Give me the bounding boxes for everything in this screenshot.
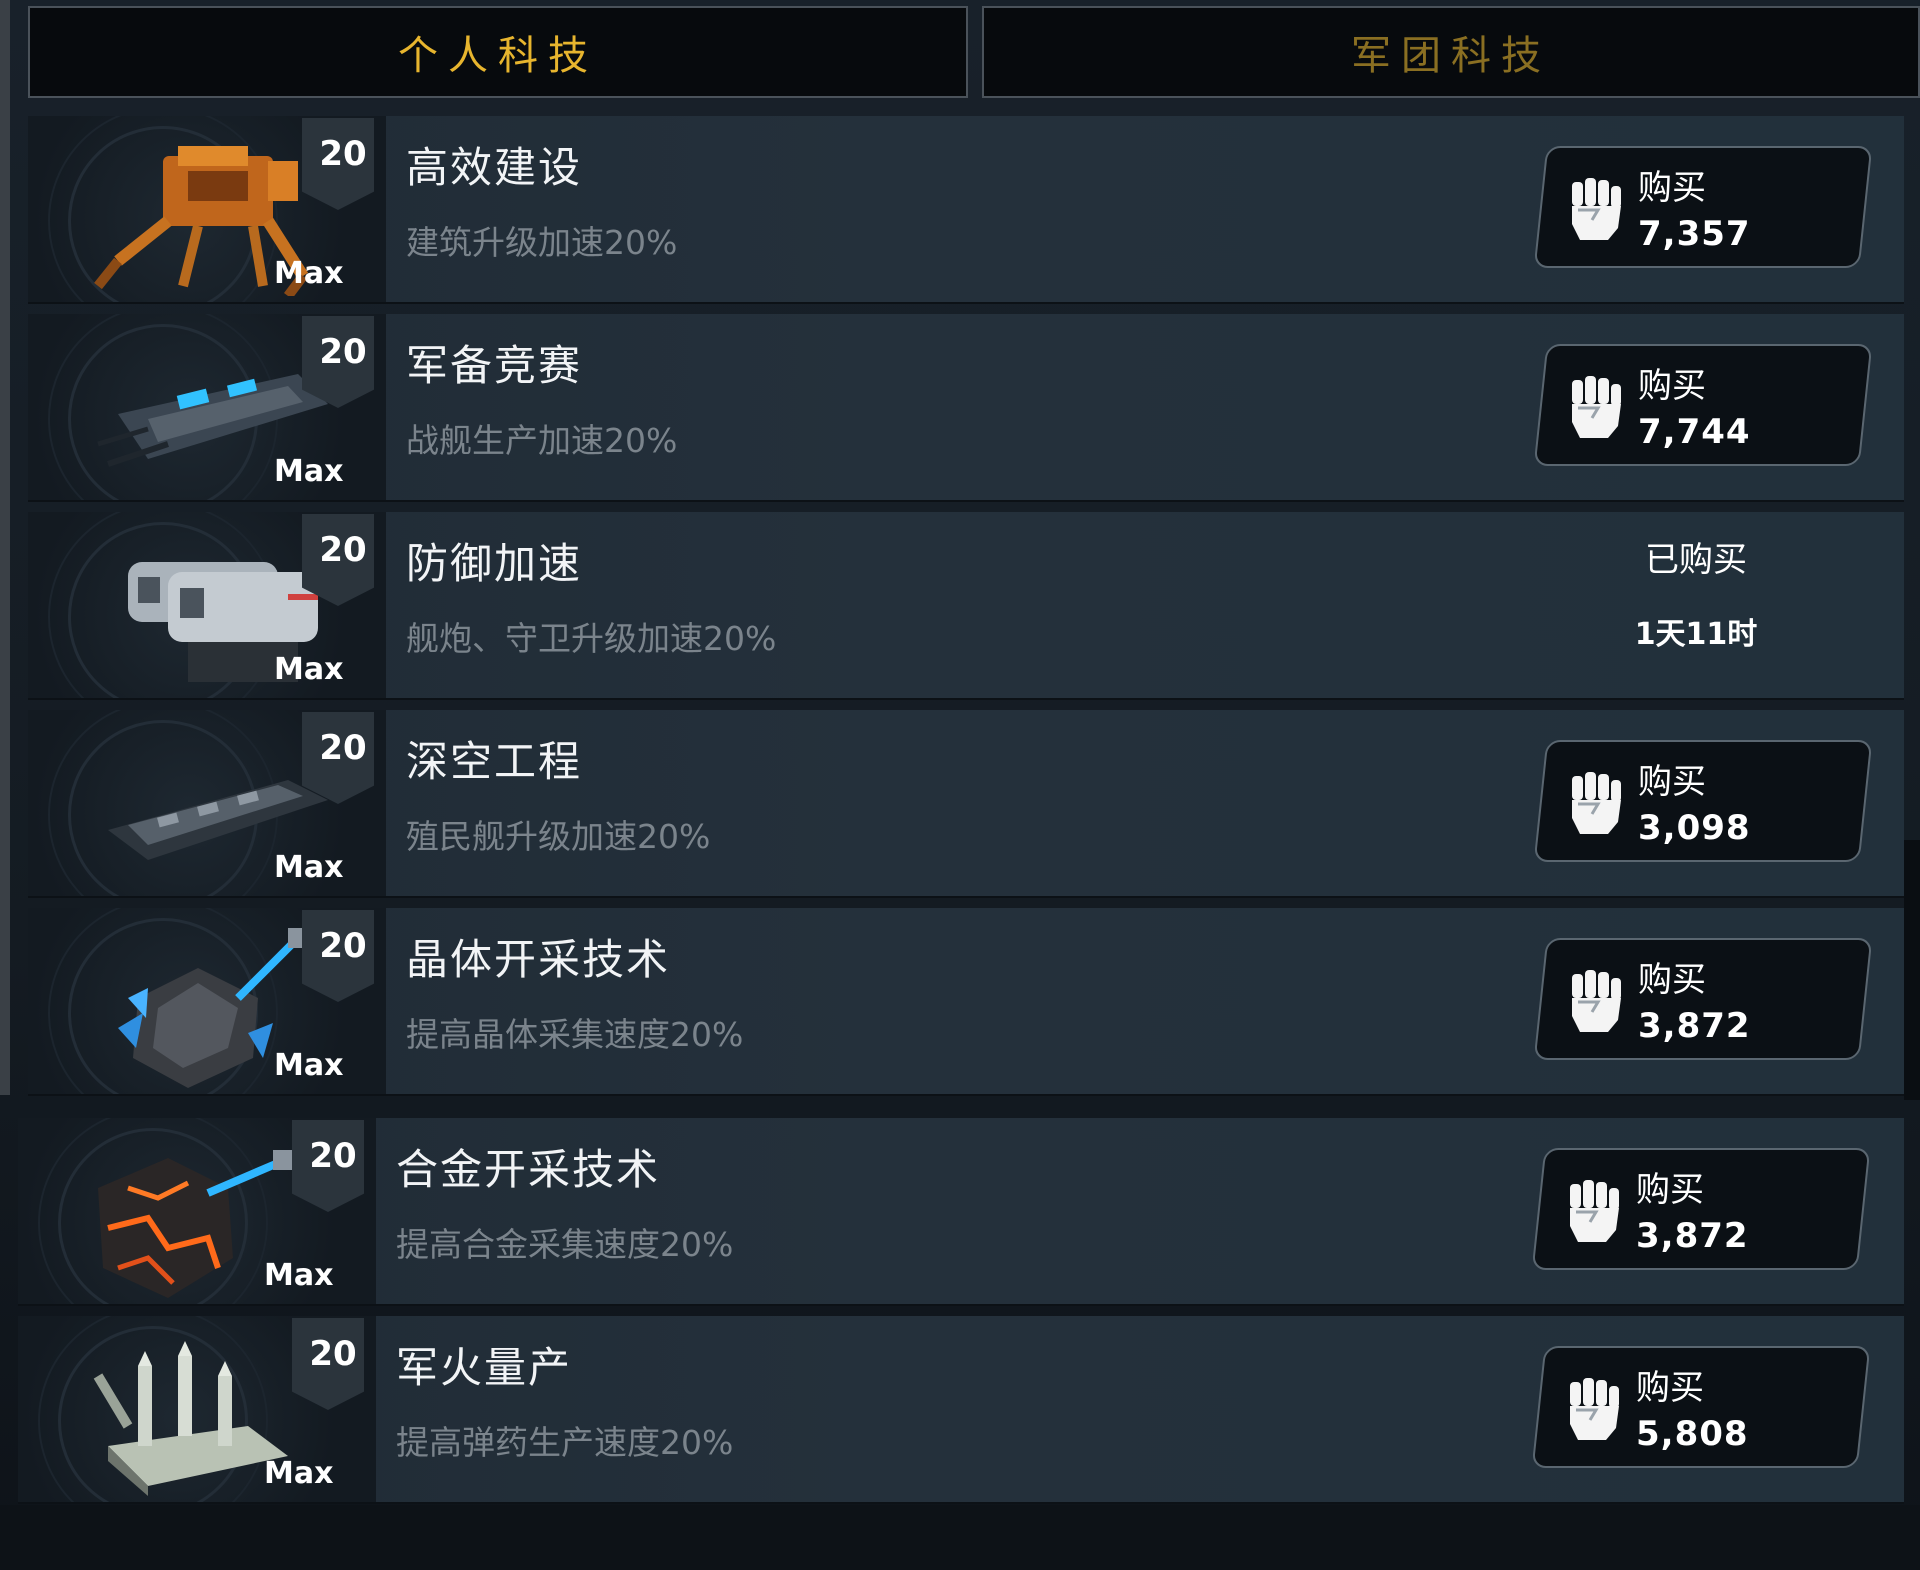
- buy-button[interactable]: 购买 5,808: [1531, 1346, 1871, 1468]
- tech-name: 防御加速: [406, 539, 583, 588]
- tech-level: 20: [319, 728, 367, 768]
- buy-price: 7,744: [1638, 412, 1751, 452]
- tech-level: 20: [319, 926, 367, 966]
- time-remaining: 1天11时: [1634, 617, 1758, 652]
- buy-price: 5,808: [1636, 1414, 1749, 1454]
- fist-icon: [1572, 376, 1621, 438]
- max-label: Max: [274, 1048, 344, 1083]
- tech-desc: 战舰生产加速20%: [406, 421, 678, 460]
- max-label: Max: [274, 256, 344, 291]
- tech-row: 20 Max 合金开采技术 提高合金采集速度20% 购买 3,872: [18, 1118, 1904, 1306]
- fist-icon: [1572, 970, 1621, 1032]
- tech-thumbnail: 20 Max: [28, 908, 386, 1094]
- buy-label: 购买: [1638, 960, 1706, 1000]
- max-label: Max: [274, 454, 344, 489]
- tech-level: 20: [319, 530, 367, 570]
- tech-thumbnail: 20 Max: [28, 314, 386, 500]
- fist-icon: [1572, 772, 1621, 834]
- tech-level: 20: [309, 1136, 357, 1176]
- buy-label: 购买: [1638, 168, 1706, 208]
- tech-level: 20: [319, 134, 367, 174]
- tech-row: 20 Max 高效建设 建筑升级加速20% 购买 7,357: [28, 116, 1904, 304]
- fist-icon: [1570, 1378, 1619, 1440]
- tech-name: 高效建设: [406, 143, 583, 192]
- tech-list: 20 Max 高效建设 建筑升级加速20% 购买 7,357 20 Max 军备…: [0, 0, 1920, 1570]
- tech-thumbnail: 20 Max: [18, 1316, 376, 1502]
- fist-icon: [1570, 1180, 1619, 1242]
- owned-status: 已购买 1天11时: [1566, 532, 1826, 653]
- tech-level: 20: [319, 332, 367, 372]
- tech-desc: 提高弹药生产速度20%: [396, 1423, 734, 1462]
- max-label: Max: [264, 1456, 334, 1491]
- tech-name: 合金开采技术: [396, 1145, 661, 1194]
- tech-row: 20 Max 军备竞赛 战舰生产加速20% 购买 7,744: [28, 314, 1904, 502]
- buy-label: 购买: [1638, 366, 1706, 406]
- tech-row: 20 Max 晶体开采技术 提高晶体采集速度20% 购买 3,872: [28, 908, 1904, 1096]
- tech-row: 20 Max 防御加速 舰炮、守卫升级加速20% 已购买 1天11时: [28, 512, 1904, 700]
- tech-name: 军备竞赛: [406, 341, 583, 390]
- tech-name: 军火量产: [396, 1343, 573, 1392]
- buy-button[interactable]: 购买 7,744: [1533, 344, 1873, 466]
- tech-thumbnail: 20 Max: [28, 116, 386, 302]
- tech-desc: 舰炮、守卫升级加速20%: [406, 619, 777, 658]
- buy-price: 3,098: [1638, 808, 1751, 848]
- buy-label: 购买: [1636, 1368, 1704, 1408]
- tech-desc: 提高合金采集速度20%: [396, 1225, 734, 1264]
- tech-thumbnail: 20 Max: [18, 1118, 376, 1304]
- buy-button[interactable]: 购买 3,098: [1533, 740, 1873, 862]
- fist-icon: [1572, 178, 1621, 240]
- buy-price: 3,872: [1638, 1006, 1751, 1046]
- tech-desc: 提高晶体采集速度20%: [406, 1015, 744, 1054]
- buy-button[interactable]: 购买 3,872: [1531, 1148, 1871, 1270]
- tech-name: 晶体开采技术: [406, 935, 671, 984]
- max-label: Max: [274, 850, 344, 885]
- tech-desc: 殖民舰升级加速20%: [406, 817, 711, 856]
- owned-label: 已购买: [1645, 540, 1747, 580]
- bottom-band: [0, 1505, 1920, 1570]
- buy-button[interactable]: 购买 7,357: [1533, 146, 1873, 268]
- buy-price: 3,872: [1636, 1216, 1749, 1256]
- scroll-edge: [1904, 840, 1920, 1100]
- buy-label: 购买: [1636, 1170, 1704, 1210]
- tech-level: 20: [309, 1334, 357, 1374]
- tech-name: 深空工程: [406, 737, 583, 786]
- tech-thumbnail: 20 Max: [28, 512, 386, 698]
- buy-button[interactable]: 购买 3,872: [1533, 938, 1873, 1060]
- buy-label: 购买: [1638, 762, 1706, 802]
- tech-thumbnail: 20 Max: [28, 710, 386, 896]
- tech-row: 20 Max 军火量产 提高弹药生产速度20% 购买 5,808: [18, 1316, 1904, 1504]
- tech-row: 20 Max 深空工程 殖民舰升级加速20% 购买 3,098: [28, 710, 1904, 898]
- tech-desc: 建筑升级加速20%: [406, 223, 678, 262]
- max-label: Max: [274, 652, 344, 687]
- buy-price: 7,357: [1638, 214, 1751, 254]
- max-label: Max: [264, 1258, 334, 1293]
